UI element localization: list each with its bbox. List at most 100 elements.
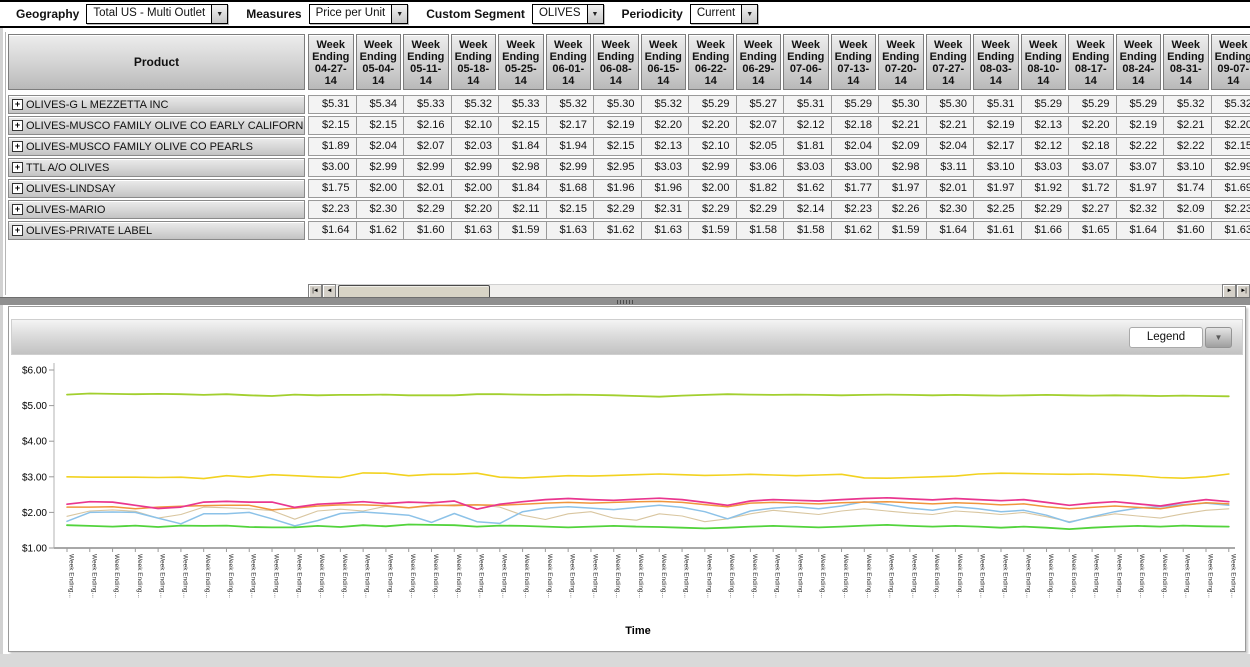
- price-cell[interactable]: $1.84: [499, 180, 547, 197]
- price-cell[interactable]: $5.29: [1069, 96, 1117, 113]
- price-cell[interactable]: $2.01: [927, 180, 975, 197]
- price-cell[interactable]: $1.58: [737, 222, 785, 239]
- price-cell[interactable]: $3.11: [927, 159, 975, 176]
- expand-plus-icon[interactable]: +: [12, 120, 23, 131]
- scroll-to-start-button[interactable]: |◄: [308, 284, 322, 298]
- price-cell[interactable]: $2.09: [1164, 201, 1212, 218]
- price-cell[interactable]: $2.12: [1022, 138, 1070, 155]
- week-column-header[interactable]: WeekEnding06-01-14: [546, 34, 592, 90]
- price-cell[interactable]: $2.23: [832, 201, 880, 218]
- price-cell[interactable]: $2.20: [689, 117, 737, 134]
- periodicity-select[interactable]: Current ▼: [690, 4, 758, 24]
- price-cell[interactable]: $2.30: [927, 201, 975, 218]
- week-column-header[interactable]: WeekEnding08-03-14: [973, 34, 1019, 90]
- price-cell[interactable]: $2.29: [1022, 201, 1070, 218]
- price-cell[interactable]: $3.00: [832, 159, 880, 176]
- price-cell[interactable]: $2.04: [927, 138, 975, 155]
- price-cell[interactable]: $1.59: [689, 222, 737, 239]
- price-cell[interactable]: $1.64: [927, 222, 975, 239]
- price-cell[interactable]: $2.17: [547, 117, 595, 134]
- price-cell[interactable]: $3.10: [974, 159, 1022, 176]
- price-cell[interactable]: $2.21: [927, 117, 975, 134]
- price-cell[interactable]: $2.21: [879, 117, 927, 134]
- price-cell[interactable]: $1.62: [357, 222, 405, 239]
- expand-plus-icon[interactable]: +: [12, 204, 23, 215]
- price-cell[interactable]: $1.59: [879, 222, 927, 239]
- price-cell[interactable]: $2.17: [974, 138, 1022, 155]
- price-cell[interactable]: $5.34: [357, 96, 405, 113]
- price-cell[interactable]: $5.30: [594, 96, 642, 113]
- custom-segment-select[interactable]: OLIVES ▼: [532, 4, 604, 24]
- price-cell[interactable]: $1.65: [1069, 222, 1117, 239]
- price-cell[interactable]: $1.84: [499, 138, 547, 155]
- price-cell[interactable]: $1.62: [784, 180, 832, 197]
- legend-button[interactable]: Legend: [1129, 327, 1203, 348]
- price-cell[interactable]: $5.31: [974, 96, 1022, 113]
- price-cell[interactable]: $2.01: [404, 180, 452, 197]
- price-cell[interactable]: $1.92: [1022, 180, 1070, 197]
- price-cell[interactable]: $2.13: [642, 138, 690, 155]
- price-cell[interactable]: $2.15: [357, 117, 405, 134]
- product-column-header[interactable]: Product: [8, 34, 305, 90]
- price-cell[interactable]: $5.32: [547, 96, 595, 113]
- price-cell[interactable]: $1.66: [1022, 222, 1070, 239]
- price-cell[interactable]: $2.12: [784, 117, 832, 134]
- price-cell[interactable]: $1.97: [974, 180, 1022, 197]
- week-column-header[interactable]: WeekEnding04-27-14: [308, 34, 354, 90]
- price-cell[interactable]: $2.04: [832, 138, 880, 155]
- price-cell[interactable]: $2.04: [357, 138, 405, 155]
- price-cell[interactable]: $2.00: [357, 180, 405, 197]
- week-column-header[interactable]: WeekEnding05-11-14: [403, 34, 449, 90]
- product-cell[interactable]: +OLIVES-MUSCO FAMILY OLIVE CO EARLY CALI…: [8, 116, 305, 135]
- price-cell[interactable]: $2.29: [737, 201, 785, 218]
- price-cell[interactable]: $2.29: [594, 201, 642, 218]
- price-cell[interactable]: $2.25: [974, 201, 1022, 218]
- price-cell[interactable]: $5.32: [642, 96, 690, 113]
- scroll-left-button[interactable]: ◄: [322, 284, 336, 298]
- price-cell[interactable]: $1.69: [1212, 180, 1250, 197]
- price-cell[interactable]: $2.11: [499, 201, 547, 218]
- price-cell[interactable]: $1.82: [737, 180, 785, 197]
- week-column-header[interactable]: WeekEnding08-17-14: [1068, 34, 1114, 90]
- product-cell[interactable]: +TTL A/O OLIVES: [8, 158, 305, 177]
- price-cell[interactable]: $2.19: [1117, 117, 1165, 134]
- price-cell[interactable]: $2.29: [404, 201, 452, 218]
- price-cell[interactable]: $5.31: [784, 96, 832, 113]
- price-cell[interactable]: $2.10: [452, 117, 500, 134]
- price-cell[interactable]: $2.13: [1022, 117, 1070, 134]
- price-cell[interactable]: $5.29: [689, 96, 737, 113]
- price-cell[interactable]: $1.94: [547, 138, 595, 155]
- price-cell[interactable]: $1.97: [1117, 180, 1165, 197]
- scroll-to-end-button[interactable]: ►|: [1236, 284, 1250, 298]
- expand-plus-icon[interactable]: +: [12, 141, 23, 152]
- price-cell[interactable]: $1.64: [309, 222, 357, 239]
- price-cell[interactable]: $5.33: [404, 96, 452, 113]
- price-cell[interactable]: $2.21: [1164, 117, 1212, 134]
- price-cell[interactable]: $1.72: [1069, 180, 1117, 197]
- price-cell[interactable]: $3.03: [784, 159, 832, 176]
- price-cell[interactable]: $1.75: [309, 180, 357, 197]
- price-cell[interactable]: $1.89: [309, 138, 357, 155]
- product-cell[interactable]: +OLIVES-G L MEZZETTA INC: [8, 95, 305, 114]
- price-cell[interactable]: $2.22: [1117, 138, 1165, 155]
- price-cell[interactable]: $1.77: [832, 180, 880, 197]
- price-cell[interactable]: $2.09: [879, 138, 927, 155]
- price-cell[interactable]: $5.29: [1117, 96, 1165, 113]
- price-cell[interactable]: $2.20: [1212, 117, 1250, 134]
- product-cell[interactable]: +OLIVES-MARIO: [8, 200, 305, 219]
- expand-plus-icon[interactable]: +: [12, 225, 23, 236]
- price-cell[interactable]: $5.32: [1212, 96, 1250, 113]
- price-cell[interactable]: $3.03: [642, 159, 690, 176]
- price-cell[interactable]: $2.20: [642, 117, 690, 134]
- price-cell[interactable]: $3.03: [1022, 159, 1070, 176]
- price-cell[interactable]: $2.15: [309, 117, 357, 134]
- price-cell[interactable]: $2.15: [1212, 138, 1250, 155]
- price-cell[interactable]: $2.05: [737, 138, 785, 155]
- price-cell[interactable]: $2.15: [499, 117, 547, 134]
- price-cell[interactable]: $2.26: [879, 201, 927, 218]
- product-cell[interactable]: +OLIVES-LINDSAY: [8, 179, 305, 198]
- price-cell[interactable]: $5.31: [309, 96, 357, 113]
- price-cell[interactable]: $3.10: [1164, 159, 1212, 176]
- legend-control[interactable]: Legend ▼: [1129, 327, 1232, 348]
- chevron-down-icon[interactable]: ▼: [741, 5, 757, 23]
